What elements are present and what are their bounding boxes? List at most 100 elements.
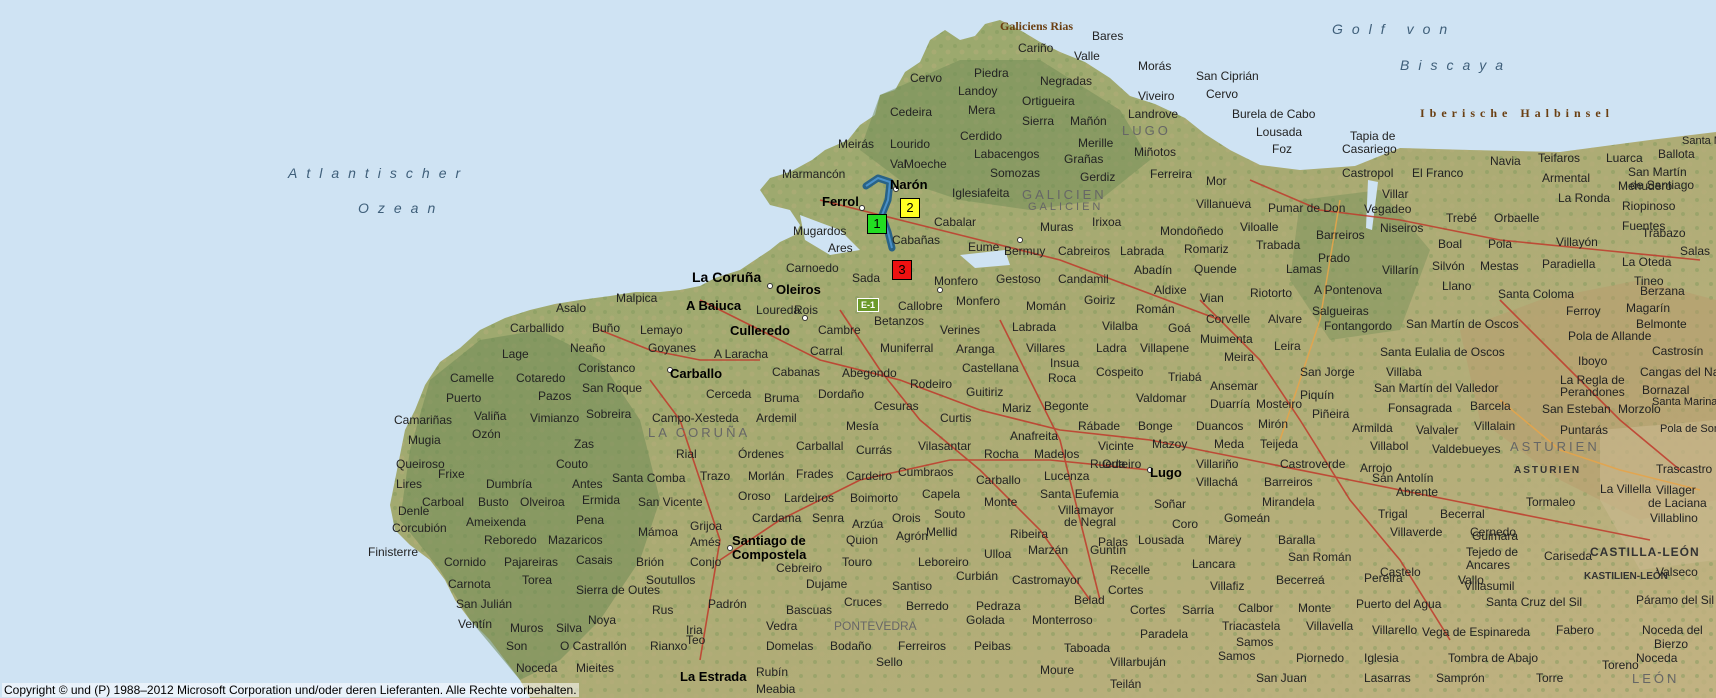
town-label: Bornazal <box>1642 383 1690 397</box>
town-label: Torre <box>1536 671 1564 685</box>
town-label: Cabanas <box>772 365 821 379</box>
town-label: Samos <box>1236 635 1274 649</box>
copyright-notice: Copyright © und (P) 1988–2012 Microsoft … <box>2 683 579 697</box>
town-label: Samprón <box>1436 671 1485 685</box>
town-label: Conjo <box>690 555 722 569</box>
town-label: de Negral <box>1064 515 1117 529</box>
town-label: Santa Marina <box>1682 135 1716 147</box>
sea-label: Ozean <box>358 200 445 216</box>
town-label: Ancares <box>1466 558 1511 572</box>
town-label: Mor <box>1206 174 1227 188</box>
town-label: Agrón <box>896 529 929 543</box>
town-label: Santa Cruz del Sil <box>1486 595 1583 609</box>
town-label: Verines <box>940 323 981 337</box>
town-label: Morás <box>1138 59 1172 73</box>
town-label: Villablino <box>1650 511 1698 525</box>
town-label: Leira <box>1274 339 1301 353</box>
town-label: Senra <box>812 511 845 525</box>
route-marker-3[interactable]: 3 <box>892 260 912 280</box>
town-label: Ameixenda <box>466 515 527 529</box>
town-label: Oroso <box>738 489 771 503</box>
town-label: Carnota <box>448 577 491 591</box>
town-label: Castrosín <box>1652 344 1704 358</box>
town-label: Berzana <box>1640 284 1685 298</box>
city-label[interactable]: A Baiuca <box>686 299 741 312</box>
town-label: Grijoa <box>690 519 723 533</box>
town-label: Trabada <box>1256 238 1301 252</box>
city-label[interactable]: La Estrada <box>680 670 746 683</box>
town-label: Cebreiro <box>776 561 823 575</box>
city-label[interactable]: Santiago de <box>732 534 806 547</box>
map-view[interactable]: Atlantischer Ozean Golf von Biscaya Gali… <box>0 0 1716 698</box>
town-label: Guimara <box>1472 529 1519 543</box>
city-label[interactable]: Oleiros <box>776 283 821 296</box>
town-label: Trigal <box>1378 507 1408 521</box>
town-label: Betanzos <box>874 314 925 328</box>
town-label: Muros <box>510 621 544 635</box>
town-label: Duancos <box>1196 419 1244 433</box>
town-label: Villarbuján <box>1110 655 1166 669</box>
town-label: Pajareiras <box>504 555 559 569</box>
city-label[interactable]: La Coruña <box>692 270 761 284</box>
town-label: Burela de Cabo <box>1232 107 1316 121</box>
town-label: Piñeira <box>1312 407 1350 421</box>
town-label: Soñar <box>1154 497 1187 511</box>
town-label: Rubín <box>756 665 789 679</box>
city-label[interactable]: Lugo <box>1150 466 1182 479</box>
town-label: Bares <box>1092 29 1124 43</box>
town-label: Santa Eulalia de Oscos <box>1380 345 1505 359</box>
town-label: Cerceda <box>706 387 752 401</box>
city-label[interactable]: Compostela <box>732 548 806 561</box>
town-label: Domelas <box>766 639 814 653</box>
town-label: Villapene <box>1140 341 1190 355</box>
town-label: Barcela <box>1470 399 1511 413</box>
town-label: Pedraza <box>976 599 1021 613</box>
town-label: Finisterre <box>368 545 419 559</box>
town-label: Aranga <box>956 342 995 356</box>
town-label: Outeiro <box>1102 457 1142 471</box>
town-label: de Santiago <box>1630 178 1695 192</box>
town-label: Villanueva <box>1196 197 1252 211</box>
town-label: Monte <box>984 495 1018 509</box>
town-label: Noya <box>588 613 617 627</box>
town-label: Salgueiras <box>1312 304 1369 318</box>
town-label: Aldixe <box>1154 283 1187 297</box>
town-label: Rábade <box>1078 419 1121 433</box>
town-label: Mieites <box>576 661 615 675</box>
town-label: Niseiros <box>1380 221 1424 235</box>
town-label: Merille <box>1078 136 1114 150</box>
town-label: Lardeiros <box>784 491 835 505</box>
town-label: Bascuas <box>786 603 833 617</box>
town-label: Cornido <box>444 555 487 569</box>
town-label: Villariño <box>1196 457 1239 471</box>
route-marker-2[interactable]: 2 <box>900 198 920 218</box>
town-label: Salas <box>1680 244 1711 258</box>
town-label: Insua <box>1050 356 1080 370</box>
town-label: Duarría <box>1210 397 1251 411</box>
city-label[interactable]: Ferrol <box>822 195 859 208</box>
town-label: Valdomar <box>1136 391 1187 405</box>
town-label: Souto <box>934 507 966 521</box>
town-label: Grañas <box>1064 152 1104 166</box>
city-label[interactable]: Narón <box>890 178 928 191</box>
town-label: Quion <box>846 533 879 547</box>
town-label: Abadín <box>1134 263 1173 277</box>
town-label: Carballal <box>796 439 844 453</box>
region-label: LUGO <box>1122 123 1171 138</box>
town-label: Becerral <box>1440 507 1485 521</box>
city-label[interactable]: Carballo <box>670 367 722 380</box>
town-label: Ferreira <box>1150 167 1193 181</box>
city-label[interactable]: Culleredo <box>730 324 790 337</box>
town-label: Currás <box>856 443 893 457</box>
town-label: Abrente <box>1396 485 1439 499</box>
town-label: Ulloa <box>984 547 1012 561</box>
town-label: Mazaricos <box>548 533 603 547</box>
route-marker-1[interactable]: 1 <box>867 214 887 234</box>
town-label: Ozón <box>472 427 501 441</box>
town-label: Antes <box>572 477 603 491</box>
town-label: Mondoñedo <box>1160 224 1224 238</box>
town-label: Ortigueira <box>1022 94 1075 108</box>
town-label: San Vicente <box>638 495 703 509</box>
town-label: Eume <box>968 240 1000 254</box>
town-label: Triacastela <box>1222 619 1281 633</box>
